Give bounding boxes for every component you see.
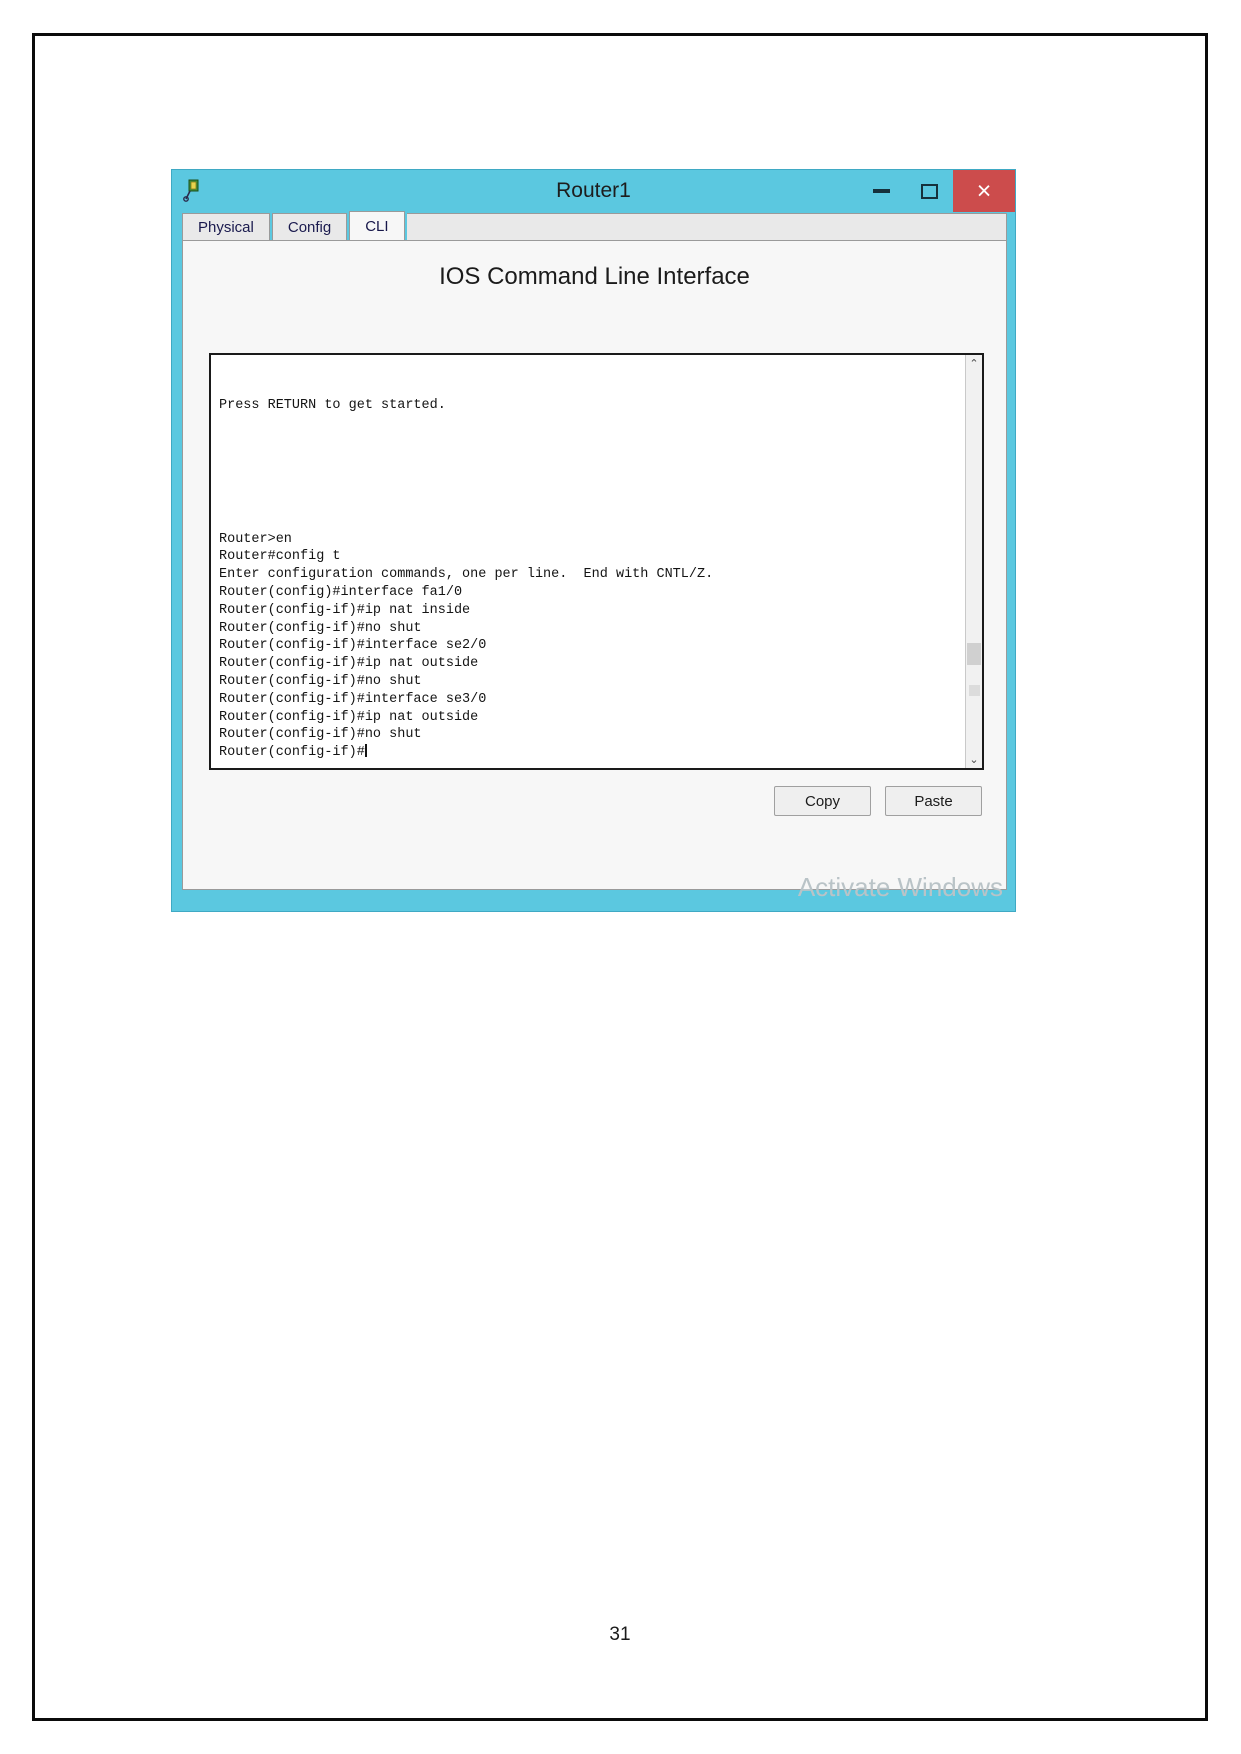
maximize-button[interactable]: [905, 170, 953, 212]
page-number: 31: [609, 1624, 631, 1645]
console-bottom-block: Router>en Router#config t Enter configur…: [219, 531, 713, 762]
scroll-up-arrow-icon[interactable]: ⌃: [966, 355, 982, 372]
console-top-block: Press RETURN to get started.: [219, 397, 446, 415]
activate-windows-watermark: Activate Windows: [797, 872, 1003, 902]
tab-physical[interactable]: Physical: [182, 213, 270, 240]
scrollbar-thumb[interactable]: [967, 643, 981, 665]
console-output-area[interactable]: Press RETURN to get started. Router>en R…: [211, 355, 965, 768]
scanned-page-sheet: Router1 × Physical Config CLI IOS Comman…: [32, 33, 1208, 1721]
scroll-down-arrow-icon[interactable]: ⌄: [966, 751, 982, 768]
console-line: Router>en: [219, 531, 292, 547]
close-icon: ×: [976, 176, 992, 205]
tab-config-label: Config: [287, 218, 332, 236]
tab-physical-label: Physical: [198, 218, 254, 236]
panel-heading: IOS Command Line Interface: [439, 263, 750, 290]
console-line: Router(config-if)#no shut: [219, 727, 422, 743]
console-line: Router(config)#interface fa1/0: [219, 585, 463, 601]
console-prompt-text: Router(config-if)#: [219, 745, 365, 761]
window-controls: ×: [857, 170, 1015, 212]
copy-button[interactable]: Copy: [774, 786, 871, 816]
console-action-buttons: Copy Paste: [774, 786, 982, 816]
minimize-icon: [872, 189, 890, 193]
console-prompt-line: Router(config-if)#: [219, 744, 713, 762]
console-scrollbar[interactable]: ⌃ ⌄: [965, 355, 982, 768]
cli-console[interactable]: Press RETURN to get started. Router>en R…: [209, 353, 984, 770]
cli-tab-panel: IOS Command Line Interface Press RETURN …: [182, 240, 1007, 890]
tab-cli[interactable]: CLI: [349, 211, 405, 240]
console-line: Router(config-if)#interface se3/0: [219, 691, 487, 707]
console-line: Router#config t: [219, 549, 341, 565]
text-cursor: [364, 744, 367, 758]
close-button[interactable]: ×: [953, 170, 1015, 212]
console-line: Router(config-if)#no shut: [219, 674, 422, 690]
maximize-icon: [920, 183, 938, 199]
minimize-button[interactable]: [857, 170, 905, 212]
tab-cli-label: CLI: [365, 217, 389, 235]
paste-button[interactable]: Paste: [885, 786, 982, 816]
tab-config[interactable]: Config: [271, 213, 348, 240]
console-line: Router(config-if)#ip nat outside: [219, 656, 479, 672]
tab-strip: Physical Config CLI: [182, 211, 1007, 240]
window-titlebar[interactable]: Router1 ×: [172, 170, 1015, 212]
packet-tracer-device-window: Router1 × Physical Config CLI IOS Comman…: [171, 169, 1016, 912]
console-line: Router(config-if)#no shut: [219, 620, 422, 636]
console-line: Press RETURN to get started.: [219, 398, 446, 413]
console-line: Router(config-if)#ip nat outside: [219, 709, 479, 725]
scrollbar-track-mark: [969, 685, 980, 696]
console-line: Router(config-if)#interface se2/0: [219, 638, 487, 654]
console-line: Enter configuration commands, one per li…: [219, 567, 714, 583]
console-line: Router(config-if)#ip nat inside: [219, 602, 471, 618]
tab-strip-filler: [406, 213, 1007, 240]
